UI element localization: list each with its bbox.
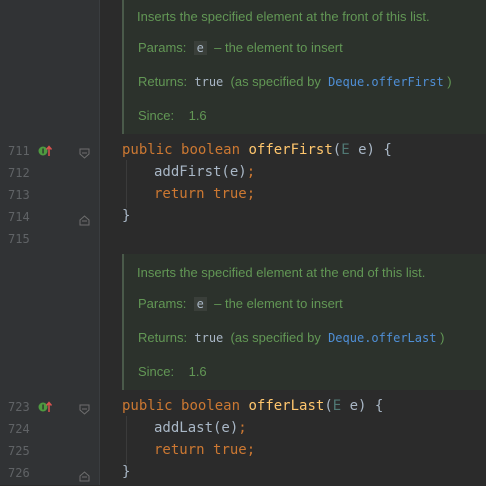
returns-link[interactable]: Deque.offerFirst	[328, 75, 444, 89]
doc-summary: Inserts the specified element at the end…	[137, 265, 426, 280]
line-number: 725	[8, 444, 30, 458]
keyword-public: public	[122, 142, 173, 158]
returns-suffix: )	[440, 330, 445, 345]
param-type[interactable]: E	[333, 398, 341, 414]
method-name[interactable]: offerLast	[248, 398, 324, 414]
returns-link[interactable]: Deque.offerLast	[328, 331, 436, 345]
returns-label: Returns:	[138, 330, 188, 345]
fold-close-icon[interactable]	[79, 211, 90, 226]
line-number: 713	[8, 188, 30, 202]
returns-suffix: )	[447, 74, 452, 89]
line-number: 711	[8, 144, 30, 158]
returns-value: true	[194, 331, 224, 345]
indent-guide	[126, 416, 127, 464]
keyword-boolean: boolean	[181, 398, 241, 414]
returns-label: Returns:	[138, 74, 188, 89]
semicolon: ;	[238, 420, 247, 436]
close-brace: }	[122, 208, 131, 224]
param-desc: – the element to insert	[214, 296, 343, 311]
keyword-boolean: boolean	[181, 142, 241, 158]
doc-since: Since: 1.6	[138, 364, 207, 380]
svg-text:I: I	[42, 148, 45, 156]
since-label: Since:	[138, 364, 175, 379]
fold-open-icon[interactable]	[79, 145, 90, 159]
keyword-return: return	[154, 442, 205, 458]
method-call[interactable]: addLast(e)	[154, 420, 238, 436]
param-name: e	[193, 297, 207, 311]
code-line-714[interactable]: }	[122, 207, 130, 225]
method-call[interactable]: addFirst(e)	[154, 164, 247, 180]
line-number: 724	[8, 422, 30, 436]
doc-returns: Returns: true (as specified by Deque.off…	[138, 74, 452, 90]
line-number: 714	[8, 210, 30, 224]
gutter-separator	[99, 0, 100, 485]
keyword-public: public	[122, 398, 173, 414]
doc-since: Since: 1.6	[138, 108, 207, 124]
open-paren: (	[332, 142, 342, 158]
open-paren: (	[324, 398, 333, 414]
param-decl: e) {	[341, 398, 384, 414]
fold-open-icon[interactable]	[79, 401, 90, 415]
semicolon: ;	[246, 442, 256, 458]
indent-guide	[126, 160, 127, 208]
code-line-712[interactable]: addFirst(e);	[154, 163, 255, 181]
param-decl: e) {	[349, 142, 392, 158]
returns-value: true	[194, 75, 224, 89]
params-label: Params:	[138, 296, 187, 311]
keyword-true: true	[213, 186, 247, 202]
implements-method-icon[interactable]: I	[37, 143, 53, 159]
line-number: 726	[8, 466, 30, 480]
semicolon: ;	[246, 164, 256, 180]
code-line-724[interactable]: addLast(e);	[154, 419, 247, 437]
code-line-713[interactable]: return true;	[154, 185, 255, 203]
since-value: 1.6	[188, 364, 207, 379]
svg-text:I: I	[42, 404, 45, 412]
implements-method-icon[interactable]: I	[37, 399, 53, 415]
doc-params: Params: e – the element to insert	[138, 296, 343, 312]
code-line-726[interactable]: }	[122, 463, 130, 481]
code-line-711[interactable]: public boolean offerFirst(E e) {	[122, 141, 392, 159]
keyword-true: true	[213, 442, 247, 458]
code-line-723[interactable]: public boolean offerLast(E e) {	[122, 397, 383, 415]
close-brace: }	[122, 464, 131, 480]
line-number: 723	[8, 400, 30, 414]
doc-params: Params: e – the element to insert	[138, 40, 343, 56]
returns-prefix: (as specified by	[230, 74, 321, 89]
doc-returns: Returns: true (as specified by Deque.off…	[138, 330, 444, 346]
line-number: 712	[8, 166, 30, 180]
method-name[interactable]: offerFirst	[248, 142, 332, 158]
since-label: Since:	[138, 108, 175, 123]
fold-close-icon[interactable]	[79, 467, 90, 482]
returns-prefix: (as specified by	[230, 330, 321, 345]
param-type[interactable]: E	[341, 142, 349, 158]
line-number: 715	[8, 232, 30, 246]
doc-summary: Inserts the specified element at the fro…	[137, 9, 430, 24]
param-desc: – the element to insert	[214, 40, 343, 55]
code-editor[interactable]: 711 712 713 714 715 723 724 725 726 I I …	[0, 0, 486, 485]
semicolon: ;	[246, 186, 256, 202]
keyword-return: return	[154, 186, 205, 202]
code-line-725[interactable]: return true;	[154, 441, 255, 459]
param-name: e	[193, 41, 207, 55]
params-label: Params:	[138, 40, 187, 55]
since-value: 1.6	[188, 108, 207, 123]
